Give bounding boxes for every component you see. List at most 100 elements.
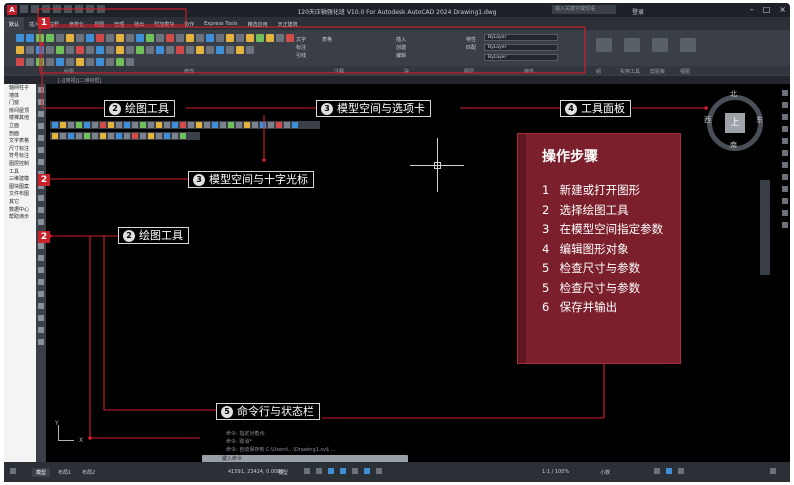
ft-icon[interactable] <box>252 122 258 128</box>
ft-icon[interactable] <box>292 122 298 128</box>
r-tool-icon-8[interactable] <box>782 174 788 180</box>
edit-block-button[interactable]: 编辑 <box>396 52 406 60</box>
ribbon-tab[interactable]: 视图 <box>89 17 109 30</box>
ft-icon[interactable] <box>276 122 282 128</box>
user-login[interactable]: 登录 <box>632 7 644 16</box>
ft-icon[interactable] <box>52 133 58 139</box>
tool-stretch-icon[interactable] <box>38 303 44 309</box>
ft-icon[interactable] <box>68 122 74 128</box>
side-panel-item[interactable]: 工具 <box>4 168 36 176</box>
side-panel-item[interactable]: 房间屋顶 <box>4 107 36 115</box>
ft-icon[interactable] <box>220 122 226 128</box>
layer-properties-icon[interactable] <box>246 34 254 42</box>
panel-handle[interactable] <box>518 134 526 363</box>
view-base-button[interactable] <box>680 38 696 52</box>
block-insert-icon[interactable] <box>216 46 224 54</box>
r-tool-icon-1[interactable] <box>782 90 788 96</box>
ribbon-tab[interactable]: 输出 <box>129 17 149 30</box>
ft-icon[interactable] <box>52 122 58 128</box>
ft-icon[interactable] <box>76 133 82 139</box>
rectangle-icon[interactable] <box>56 34 64 42</box>
layer-freeze-icon[interactable] <box>266 34 274 42</box>
ribbon-tab[interactable]: 天正建筑 <box>273 17 303 30</box>
ft-icon[interactable] <box>84 133 90 139</box>
side-panel-item[interactable]: 图块图案 <box>4 183 36 191</box>
ft-icon[interactable] <box>132 133 138 139</box>
ribbon-tab[interactable]: 附加模块 <box>149 17 179 30</box>
ft-icon[interactable] <box>148 122 154 128</box>
ft-icon[interactable] <box>84 122 90 128</box>
ft-icon[interactable] <box>156 133 162 139</box>
tool-offset-icon[interactable] <box>38 219 44 225</box>
scale-icon[interactable] <box>156 34 164 42</box>
create-block-button[interactable]: 创建 <box>396 44 406 52</box>
ribbon-tab[interactable]: 精选应用 <box>243 17 273 30</box>
spline-icon[interactable] <box>16 46 24 54</box>
ft-icon[interactable] <box>236 122 242 128</box>
match-properties-icon[interactable] <box>16 58 24 66</box>
boundary-icon[interactable] <box>76 46 84 54</box>
tab-model[interactable]: 模型 <box>32 468 51 477</box>
ribbon-tab[interactable]: 协作 <box>179 17 199 30</box>
clipboard-button[interactable] <box>652 38 668 52</box>
r-tool-icon-5[interactable] <box>782 138 788 144</box>
erase-icon[interactable] <box>176 34 184 42</box>
osnap-icon[interactable] <box>352 468 358 474</box>
ft-icon[interactable] <box>156 122 162 128</box>
minimize-icon[interactable]: – <box>750 5 754 14</box>
r-tool-icon-12[interactable] <box>782 222 788 228</box>
navigation-bar[interactable] <box>760 180 770 275</box>
side-panel-item[interactable]: 剖面 <box>4 130 36 138</box>
trim-icon[interactable] <box>106 34 114 42</box>
side-panel-item[interactable]: 墙体 <box>4 92 36 100</box>
tool-scale-icon[interactable] <box>38 315 44 321</box>
hardware-accel-icon[interactable] <box>666 468 672 474</box>
cut-icon[interactable] <box>86 58 94 66</box>
ft-icon[interactable] <box>108 122 114 128</box>
compass-west[interactable]: 西 <box>704 115 711 125</box>
select-all-icon[interactable] <box>66 58 74 66</box>
mirror-icon[interactable] <box>126 34 134 42</box>
dimension-button[interactable]: 标注 <box>296 44 306 52</box>
ft-icon[interactable] <box>180 122 186 128</box>
break-icon[interactable] <box>106 46 114 54</box>
isolate-icon[interactable] <box>654 468 660 474</box>
polar-icon[interactable] <box>340 468 346 474</box>
coordinates-readout[interactable]: 41591, 23424, 0.0000 <box>228 469 284 475</box>
ribbon-tab[interactable]: Express Tools <box>199 17 242 30</box>
layer-color-icon[interactable] <box>286 34 294 42</box>
revcloud-icon[interactable] <box>56 46 64 54</box>
circle-icon[interactable] <box>36 34 44 42</box>
layer-on-icon[interactable] <box>256 34 264 42</box>
hatch-icon[interactable] <box>66 34 74 42</box>
ft-icon[interactable] <box>228 122 234 128</box>
layer-dropdown[interactable]: ByLayer <box>484 34 558 41</box>
text-button[interactable]: 文字 <box>296 36 306 44</box>
group-button[interactable] <box>596 38 612 52</box>
tool-trim-icon[interactable] <box>38 195 44 201</box>
tool-explode-icon[interactable] <box>38 279 44 285</box>
list-icon[interactable] <box>26 58 34 66</box>
line-icon[interactable] <box>16 34 24 42</box>
utilities-button[interactable] <box>624 38 640 52</box>
r-tool-icon-3[interactable] <box>782 114 788 120</box>
side-panel-item[interactable]: 轴网柱子 <box>4 84 36 92</box>
ft-icon[interactable] <box>172 122 178 128</box>
group-icon[interactable] <box>196 46 204 54</box>
tool-extend-icon[interactable] <box>38 207 44 213</box>
copy-icon[interactable] <box>116 34 124 42</box>
ft-icon[interactable] <box>60 133 66 139</box>
ft-icon[interactable] <box>100 133 106 139</box>
units-display[interactable]: 小数 <box>600 469 610 476</box>
side-panel-item[interactable]: 楼梯其他 <box>4 114 36 122</box>
side-panel-item[interactable]: 文件布图 <box>4 190 36 198</box>
zoom-icon[interactable] <box>116 58 124 66</box>
table-button[interactable]: 表格 <box>322 36 332 44</box>
maximize-icon[interactable]: □ <box>763 5 771 14</box>
ft-icon[interactable] <box>268 122 274 128</box>
point-icon[interactable] <box>26 46 34 54</box>
ungroup-icon[interactable] <box>206 46 214 54</box>
linetype-dropdown[interactable]: ByLayer <box>484 44 558 51</box>
ft-icon[interactable] <box>108 133 114 139</box>
ft-icon[interactable] <box>148 133 154 139</box>
